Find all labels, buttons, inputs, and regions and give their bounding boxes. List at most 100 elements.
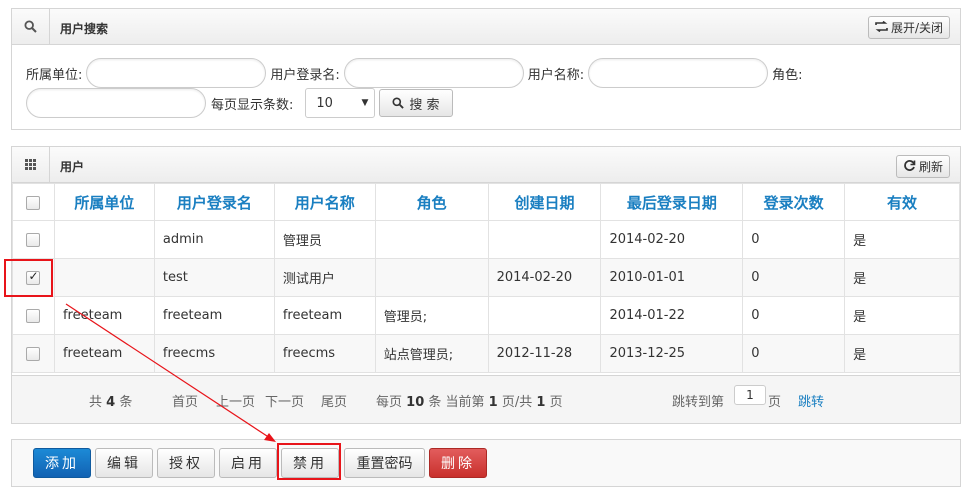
- page-size-label: 每页显示条数:: [211, 97, 294, 113]
- cell-created: [487, 296, 602, 335]
- table-row[interactable]: freeteam freeteam freeteam 管理员; 2014-01-22 0 是: [12, 296, 960, 335]
- cell-count: 0: [742, 258, 846, 297]
- table-row[interactable]: admin 管理员 2014-02-20 0 是: [12, 220, 960, 259]
- login-name-label: 用户登录名:: [270, 67, 340, 83]
- user-name-label: 用户名称:: [527, 67, 585, 83]
- row-checkbox[interactable]: [26, 346, 41, 361]
- first-page-link[interactable]: 首页: [172, 391, 198, 410]
- select-all-cell: [12, 183, 55, 221]
- cell-valid: 是: [844, 296, 960, 335]
- cell-valid: 是: [844, 220, 960, 259]
- cell-unit: [53, 220, 155, 259]
- user-table: 所属单位 用户登录名 用户名称 角色 创建日期 最后登录日期 登录次数 有效 a…: [12, 183, 960, 373]
- authorize-button[interactable]: 授权: [157, 448, 215, 478]
- cell-valid: 是: [844, 334, 960, 373]
- unit-label: 所属单位:: [26, 67, 83, 83]
- role-input[interactable]: [26, 88, 206, 118]
- cell-last-login: 2014-02-20: [600, 220, 744, 259]
- prev-page-link[interactable]: 上一页: [216, 391, 255, 410]
- role-label: 角色:: [772, 67, 803, 83]
- cell-name: 测试用户: [273, 258, 376, 297]
- column-header[interactable]: 所属单位: [53, 183, 155, 221]
- column-header[interactable]: 用户登录名: [153, 183, 275, 221]
- cell-role: 站点管理员;: [374, 334, 489, 373]
- action-bar: 添加 编辑 授权 启用 禁用 重置密码 删除: [11, 439, 961, 487]
- jump-label: 跳转到第: [672, 395, 725, 410]
- cell-role: [374, 220, 489, 259]
- user-panel-title: 用户: [60, 160, 85, 174]
- unit-input[interactable]: [86, 58, 267, 88]
- annotation-highlight-disable: [277, 443, 341, 480]
- user-name-input[interactable]: [588, 58, 769, 88]
- search-button-icon: [392, 97, 405, 109]
- cell-unit: [53, 258, 155, 297]
- cell-name: freecms: [273, 334, 376, 373]
- last-page-link[interactable]: 尾页: [321, 391, 347, 410]
- cell-role: 管理员;: [374, 296, 489, 335]
- page-info: 每页 10 条 当前第 1 页/共 1 页: [376, 395, 563, 410]
- cell-login: freeteam: [153, 296, 275, 335]
- cell-unit: freeteam: [53, 334, 155, 373]
- row-checkbox[interactable]: [26, 308, 41, 323]
- search-panel-header: 用户搜索 展开/关闭: [12, 9, 960, 45]
- row-select-cell: [12, 296, 55, 335]
- search-button[interactable]: 搜 索: [379, 89, 453, 117]
- cell-unit: freeteam: [53, 296, 155, 335]
- table-row[interactable]: test测试用户 2014-02-202010-01-010是: [12, 258, 960, 297]
- user-panel: 用户 刷新 所属单位 用户登录名 用户名称 角色 创建日期 最后登录日期 登录次…: [11, 146, 961, 424]
- cell-login: test: [153, 258, 275, 297]
- jump-suffix: 页: [768, 395, 782, 410]
- table-header-row: 所属单位 用户登录名 用户名称 角色 创建日期 最后登录日期 登录次数 有效: [12, 183, 960, 221]
- cell-count: 0: [742, 296, 846, 335]
- toggle-button[interactable]: 展开/关闭: [867, 16, 950, 39]
- jump-button[interactable]: 跳转: [798, 391, 824, 410]
- total-count: 共 4 条: [89, 395, 133, 410]
- row-select-cell: [12, 220, 55, 259]
- cell-created: 2012-11-28: [487, 334, 602, 373]
- grid-icon: [12, 147, 50, 182]
- refresh-label: 刷新: [918, 160, 943, 174]
- reset-password-button[interactable]: 重置密码: [344, 448, 425, 478]
- cell-role: [374, 258, 489, 297]
- user-panel-header: 用户 刷新: [12, 147, 960, 183]
- jump-page-input[interactable]: 1: [734, 385, 766, 405]
- cell-count: 0: [742, 334, 846, 373]
- column-header[interactable]: 角色: [374, 183, 489, 221]
- search-panel: 用户搜索 展开/关闭 所属单位: 用户登录名: 用户名称: 角色: 每页显示条数…: [11, 8, 961, 130]
- column-header[interactable]: 创建日期: [487, 183, 602, 221]
- toggle-icon: [875, 20, 888, 35]
- add-button[interactable]: 添加: [33, 448, 91, 478]
- delete-button[interactable]: 删除: [429, 448, 487, 478]
- toggle-label: 展开/关闭: [890, 21, 943, 35]
- column-header[interactable]: 用户名称: [273, 183, 376, 221]
- select-all-checkbox[interactable]: [26, 195, 41, 210]
- cell-last-login: 2013-12-25: [600, 334, 744, 373]
- row-select-cell: [12, 334, 55, 373]
- refresh-icon: [903, 159, 916, 175]
- search-icon: [12, 9, 50, 44]
- enable-button[interactable]: 启用: [219, 448, 277, 478]
- cell-valid: 是: [844, 258, 960, 297]
- cell-last-login: 2014-01-22: [600, 296, 744, 335]
- page-size-value: 10: [316, 95, 333, 111]
- login-name-input[interactable]: [343, 58, 524, 88]
- column-header[interactable]: 最后登录日期: [600, 183, 744, 221]
- next-page-link[interactable]: 下一页: [265, 391, 304, 410]
- search-panel-title: 用户搜索: [60, 22, 109, 36]
- cell-created: 2014-02-20: [487, 258, 602, 297]
- cell-login: freecms: [153, 334, 275, 373]
- refresh-button[interactable]: 刷新: [895, 155, 950, 178]
- dropdown-arrow-icon: ▼: [361, 98, 369, 108]
- cell-created: [487, 220, 602, 259]
- cell-name: freeteam: [273, 296, 376, 335]
- page-size-select[interactable]: 10 ▼: [305, 88, 376, 118]
- column-header[interactable]: 登录次数: [742, 183, 846, 221]
- column-header[interactable]: 有效: [844, 183, 960, 221]
- search-button-label: 搜 索: [409, 97, 440, 113]
- cell-count: 0: [742, 220, 846, 259]
- row-checkbox[interactable]: [26, 232, 41, 247]
- edit-button[interactable]: 编辑: [95, 448, 153, 478]
- pagination-bar: 共 4 条 首页 上一页 下一页 尾页 每页 10 条 当前第 1 页/共 1 …: [12, 375, 960, 423]
- cell-last-login: 2010-01-01: [600, 258, 744, 297]
- table-row[interactable]: freeteam freecms freecms 站点管理员; 2012-11-28 20…: [12, 334, 960, 373]
